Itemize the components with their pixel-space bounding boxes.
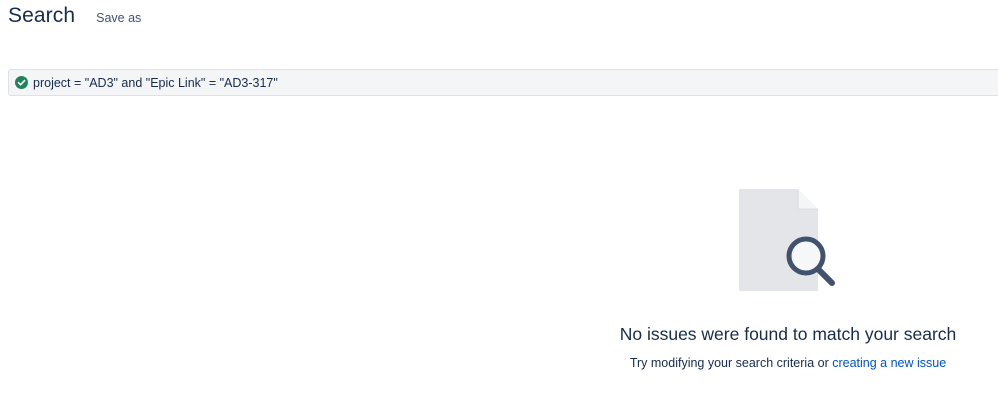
document-magnifier-illustration [739,189,835,291]
page-title: Search [8,4,76,27]
check-circle-icon [15,76,28,89]
create-new-issue-link[interactable]: creating a new issue [832,356,946,370]
jql-query-text[interactable]: project = "AD3" and "Epic Link" = "AD3-3… [33,76,278,90]
empty-state-hint-text: Try modifying your search criteria or [629,356,833,370]
jql-search-bar[interactable]: project = "AD3" and "Epic Link" = "AD3-3… [8,69,998,96]
page-header: Search Save as [8,4,141,28]
empty-state-hint: Try modifying your search criteria or cr… [588,356,988,370]
save-as-button[interactable]: Save as [96,11,141,25]
empty-state-title: No issues were found to match your searc… [619,324,957,344]
